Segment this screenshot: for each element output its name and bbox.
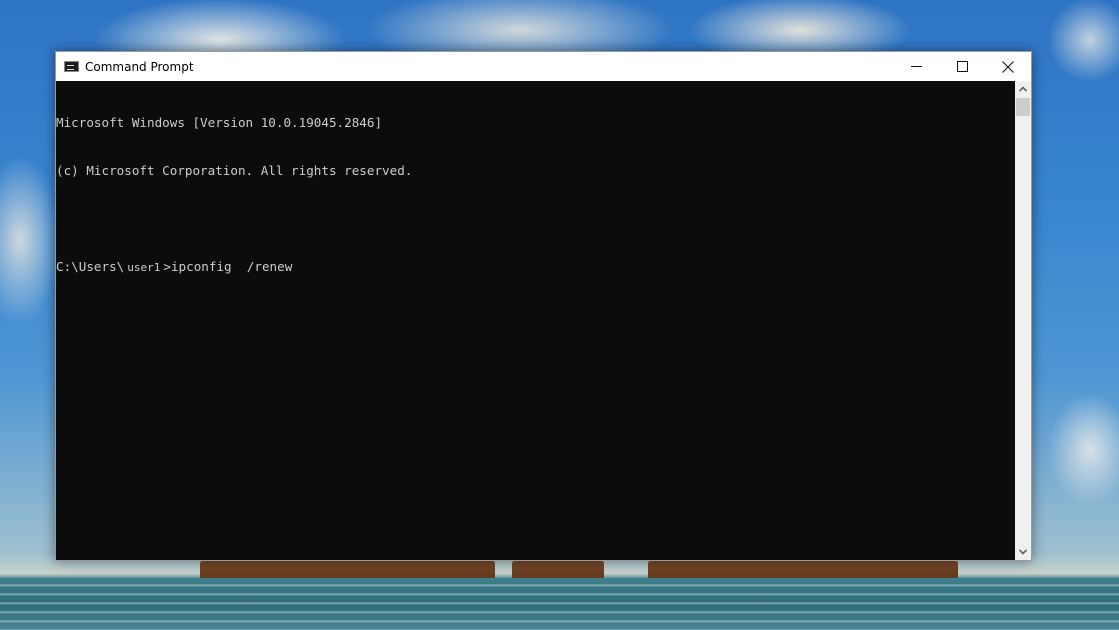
prompt-path: C:\Users\ (56, 259, 125, 274)
chevron-up-icon (1019, 86, 1027, 92)
scroll-up-button[interactable] (1015, 81, 1031, 97)
console-line: Microsoft Windows [Version 10.0.19045.28… (56, 115, 383, 130)
prompt-separator: > (163, 259, 171, 274)
wallpaper-sea (0, 578, 1119, 630)
prompt-username: user1 (127, 261, 161, 274)
console-line: (c) Microsoft Corporation. All rights re… (56, 163, 413, 178)
cmd-icon (64, 61, 79, 72)
close-button[interactable] (985, 52, 1031, 81)
chevron-down-icon (1019, 549, 1027, 555)
minimize-button[interactable] (893, 52, 939, 81)
command-prompt-window[interactable]: Command Prompt Microsoft Windows [Versio… (55, 51, 1032, 561)
command-input[interactable]: ipconfig /renew (171, 259, 292, 274)
window-controls (893, 52, 1031, 81)
vertical-scrollbar[interactable] (1015, 81, 1031, 560)
maximize-button[interactable] (939, 52, 985, 81)
maximize-icon (956, 61, 968, 72)
title-bar[interactable]: Command Prompt (56, 52, 1031, 81)
minimize-icon (910, 66, 922, 67)
close-icon (1002, 60, 1014, 73)
scroll-down-button[interactable] (1015, 544, 1031, 560)
scrollbar-thumb[interactable] (1016, 98, 1030, 116)
command-line[interactable]: C:\Users\ user1 >ipconfig /renew (56, 259, 1016, 275)
window-title: Command Prompt (85, 59, 194, 74)
console-output[interactable]: Microsoft Windows [Version 10.0.19045.28… (56, 81, 1016, 560)
